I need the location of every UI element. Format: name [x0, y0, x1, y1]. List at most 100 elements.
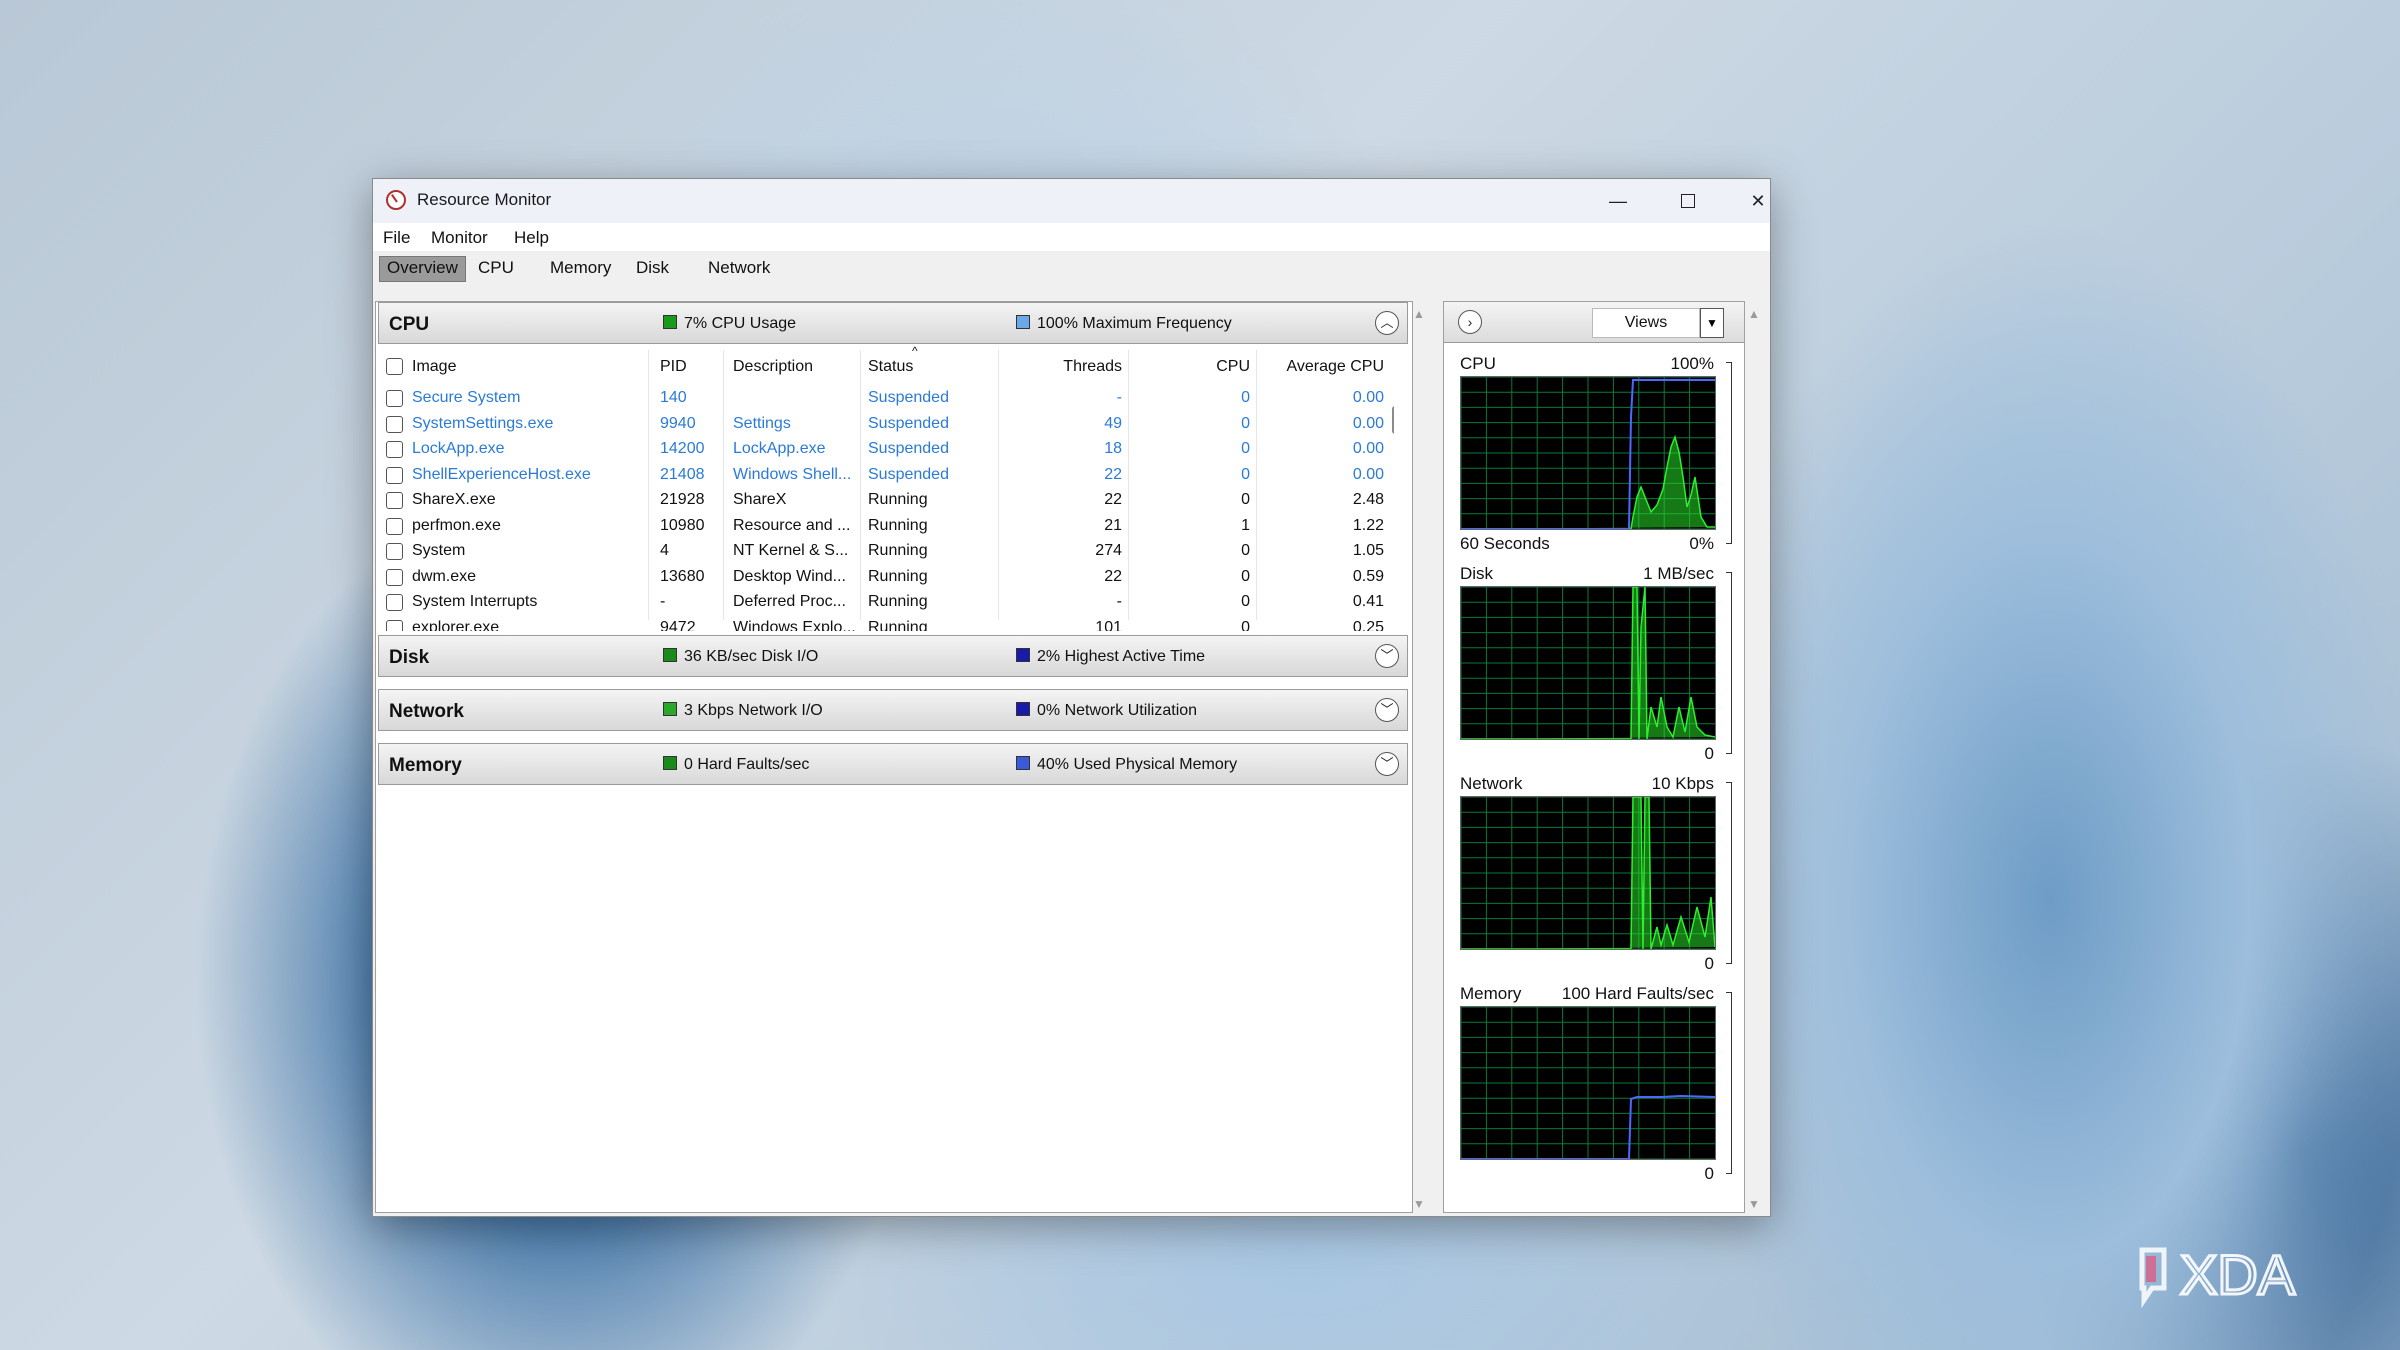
process-pid: 10980: [660, 516, 705, 534]
minimize-button[interactable]: —: [1583, 179, 1653, 223]
row-checkbox[interactable]: [386, 466, 403, 484]
process-status: Suspended: [868, 465, 949, 483]
table-row[interactable]: LockApp.exe 14200 LockApp.exe Suspended 18 0 0…: [378, 437, 1394, 463]
tab-cpu[interactable]: CPU: [471, 256, 521, 280]
col-description[interactable]: Description: [733, 358, 813, 376]
process-pid: 4: [660, 542, 669, 559]
menu-help[interactable]: Help: [514, 228, 549, 248]
network-section-header[interactable]: Network 3 Kbps Network I/O 0% Network Ut…: [378, 689, 1408, 731]
memory-expand-button[interactable]: ﹀: [1375, 752, 1399, 776]
process-pid: 9940: [660, 414, 696, 432]
right-scroll-down-arrow[interactable]: ▼: [1748, 1197, 1760, 1211]
max-frequency-stat: 100% Maximum Frequency: [1037, 315, 1232, 332]
process-description: NT Kernel & S...: [733, 542, 849, 559]
table-scrollbar-thumb[interactable]: [1392, 406, 1394, 434]
process-pid: 13680: [660, 567, 705, 585]
cpu-section-header[interactable]: CPU 7% CPU Usage 100% Maximum Frequency …: [378, 302, 1408, 344]
col-threads[interactable]: Threads: [1016, 358, 1122, 376]
col-pid[interactable]: PID: [660, 358, 687, 376]
cpu-graph-label: CPU: [1460, 354, 1496, 373]
menu-file[interactable]: File: [383, 228, 410, 248]
views-dropdown-icon[interactable]: ▼: [1700, 308, 1724, 338]
network-graph-bracket: [1726, 782, 1732, 964]
cpu-section-title: CPU: [389, 314, 430, 335]
memory-graph-max: 100 Hard Faults/sec: [1561, 984, 1714, 1003]
col-image[interactable]: Image: [412, 358, 456, 376]
process-description: LockApp.exe: [733, 440, 826, 457]
process-description: Resource and ...: [733, 516, 851, 534]
title-bar[interactable]: Resource Monitor — ✕: [373, 179, 1770, 223]
maximize-button[interactable]: [1653, 179, 1723, 223]
disk-section-header[interactable]: Disk 36 KB/sec Disk I/O 2% Highest Activ…: [378, 635, 1408, 677]
process-image: System Interrupts: [412, 593, 538, 610]
row-checkbox[interactable]: [386, 594, 403, 611]
process-cpu: 0: [1241, 593, 1250, 610]
menu-monitor[interactable]: Monitor: [431, 228, 488, 248]
table-row[interactable]: dwm.exe 13680 Desktop Wind... Running 22 0 0.5…: [378, 565, 1394, 591]
table-row[interactable]: explorer.exe 9472 Windows Explo... Running 1…: [378, 616, 1394, 632]
process-average-cpu: 0.00: [1352, 414, 1384, 432]
col-average-cpu[interactable]: Average CPU: [1258, 358, 1384, 376]
process-cpu: 0: [1241, 542, 1250, 559]
tab-network[interactable]: Network: [701, 256, 777, 280]
physical-memory-stat: 40% Used Physical Memory: [1037, 756, 1238, 773]
col-status[interactable]: Status: [868, 358, 913, 376]
row-checkbox[interactable]: [386, 517, 403, 535]
row-checkbox[interactable]: [386, 415, 403, 433]
table-row[interactable]: System 4 NT Kernel & S... Running 274 0 1.05: [378, 539, 1394, 565]
process-average-cpu: 0.41: [1352, 593, 1384, 610]
row-checkbox[interactable]: [386, 390, 403, 407]
cpu-graph: CPU 100% 60 Seconds 0%: [1444, 354, 1744, 554]
network-graph-min: 0: [1704, 954, 1714, 973]
tab-disk[interactable]: Disk: [629, 256, 676, 280]
tab-memory[interactable]: Memory: [543, 256, 618, 280]
network-utilization-stat: 0% Network Utilization: [1037, 702, 1198, 719]
row-checkbox[interactable]: [386, 441, 403, 458]
process-status: Running: [868, 516, 928, 534]
process-image: Secure System: [412, 389, 521, 406]
table-row[interactable]: Secure System 140 Suspended - 0 0.00: [378, 386, 1394, 412]
process-description: Windows Explo...: [733, 618, 855, 632]
col-cpu[interactable]: CPU: [1158, 358, 1250, 376]
cpu-graph-max: 100%: [1670, 354, 1714, 373]
process-average-cpu: 0.59: [1352, 567, 1384, 585]
table-row[interactable]: ShellExperienceHost.exe 21408 Windows Shel…: [378, 463, 1394, 489]
left-scroll-down-arrow[interactable]: ▼: [1413, 1197, 1425, 1211]
process-pid: 140: [660, 389, 687, 406]
memory-section-header[interactable]: Memory 0 Hard Faults/sec 40% Used Physic…: [378, 743, 1408, 785]
table-row[interactable]: perfmon.exe 10980 Resource and ... Running 2…: [378, 514, 1394, 540]
row-checkbox[interactable]: [386, 619, 403, 631]
cpu-usage-stat: 7% CPU Usage: [684, 315, 797, 332]
table-row[interactable]: ShareX.exe 21928 ShareX Running 22 0 2.48: [378, 488, 1394, 514]
process-description: Deferred Proc...: [733, 593, 846, 610]
table-row[interactable]: System Interrupts - Deferred Proc... Runnin…: [378, 590, 1394, 616]
process-threads: 101: [1095, 618, 1122, 632]
tab-overview[interactable]: Overview: [379, 256, 466, 282]
expand-arrow-button[interactable]: ›: [1458, 310, 1482, 334]
views-button[interactable]: Views: [1592, 308, 1700, 338]
close-button[interactable]: ✕: [1723, 179, 1770, 223]
process-image: LockApp.exe: [412, 440, 505, 457]
process-cpu: 0: [1241, 389, 1250, 406]
disk-expand-button[interactable]: ﹀: [1375, 644, 1399, 668]
disk-graph-label: Disk: [1460, 564, 1494, 583]
select-all-checkbox[interactable]: [386, 358, 403, 375]
process-cpu: 0: [1241, 567, 1250, 585]
cpu-process-table: Image PID Description Status ^ Threads C…: [378, 346, 1394, 631]
process-pid: 14200: [660, 440, 705, 457]
process-pid: 21408: [660, 465, 705, 483]
max-frequency-swatch: [1016, 315, 1030, 329]
row-checkbox[interactable]: [386, 492, 403, 509]
row-checkbox[interactable]: [386, 543, 403, 560]
network-expand-button[interactable]: ﹀: [1375, 698, 1399, 722]
overview-pane: CPU 7% CPU Usage 100% Maximum Frequency …: [375, 301, 1413, 1213]
row-checkbox[interactable]: [386, 568, 403, 586]
left-scroll-up-arrow[interactable]: ▲: [1413, 307, 1425, 321]
cpu-collapse-button[interactable]: ︿: [1375, 311, 1399, 335]
resource-monitor-icon: [386, 190, 406, 210]
memory-graph-bracket: [1726, 992, 1732, 1174]
right-scroll-up-arrow[interactable]: ▲: [1748, 307, 1760, 321]
cpu-graph-time: 60 Seconds: [1460, 534, 1550, 553]
network-graph: Network 10 Kbps 0: [1444, 774, 1744, 974]
table-row[interactable]: SystemSettings.exe 9940 Settings Suspended 4…: [378, 412, 1394, 438]
